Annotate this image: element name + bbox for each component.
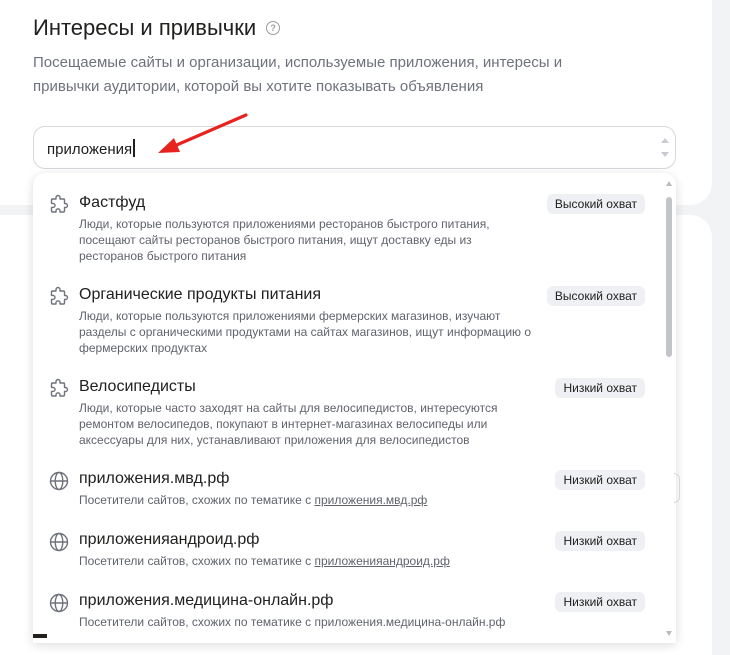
suggestion-title: приложения.мвд.рф <box>79 470 230 487</box>
reach-badge: Низкий охват <box>555 470 645 490</box>
suggestion-item[interactable]: приложенияандроид.рф Посетители сайтов, с… <box>33 510 665 571</box>
suggestion-description: Люди, которые пользуются приложениями фе… <box>79 309 532 355</box>
suggestion-item[interactable]: Велосипедисты Люди, которые часто заходят… <box>33 357 665 449</box>
suggestion-description-prefix: Посетители сайтов, схожих по тематике с <box>79 554 315 568</box>
suggestion-item[interactable]: Фастфуд Люди, которые пользуются приложен… <box>33 173 665 265</box>
suggestion-title: Велосипедисты <box>79 378 196 395</box>
suggestion-site-link[interactable]: приложения.медицина-онлайн.рф <box>315 615 506 629</box>
suggestion-item[interactable]: Органические продукты питания Люди, котор… <box>33 265 665 357</box>
puzzle-icon <box>48 194 70 216</box>
question-circle-icon[interactable]: ? <box>266 21 281 35</box>
suggestion-title: Фастфуд <box>79 194 146 211</box>
suggestion-item[interactable]: приложения.мвд.рф Посетители сайтов, схож… <box>33 449 665 510</box>
reach-badge: Высокий охват <box>546 286 645 306</box>
suggestion-title: приложения.медицина-онлайн.рф <box>79 592 334 609</box>
suggestion-description: Посетители сайтов, схожих по тематике с … <box>79 553 539 569</box>
suggestion-description: Посетители сайтов, схожих по тематике с … <box>79 492 539 508</box>
suggestion-description: Люди, которые пользуются приложениями ре… <box>79 217 490 263</box>
scroll-down-icon[interactable] <box>666 631 672 636</box>
suggestion-description-prefix: Посетители сайтов, схожих по тематике с <box>79 493 315 507</box>
suggestion-title: приложенияандроид.рф <box>79 531 260 548</box>
globe-icon <box>48 470 70 492</box>
background-control-edge <box>674 473 680 503</box>
suggestion-description-prefix: Посетители сайтов, схожих по тематике с <box>79 615 315 629</box>
scroll-up-icon[interactable] <box>666 181 672 186</box>
suggestion-title: Органические продукты питания <box>79 286 321 303</box>
suggestion-description: Посетители сайтов, схожих по тематике с … <box>79 614 539 630</box>
reach-badge: Низкий охват <box>555 592 645 612</box>
interests-search-input[interactable]: приложения <box>33 126 676 169</box>
text-caret <box>133 139 135 157</box>
chevron-up-icon[interactable] <box>661 138 669 143</box>
globe-icon <box>48 592 70 614</box>
input-spinner[interactable] <box>661 138 669 160</box>
background-text-fragment <box>33 634 47 638</box>
scrollbar[interactable] <box>666 181 672 636</box>
suggestion-site-link[interactable]: приложенияандроид.рф <box>315 554 450 568</box>
suggestion-site-link[interactable]: приложения.мвд.рф <box>315 493 428 507</box>
search-input-value[interactable]: приложения <box>47 139 135 160</box>
reach-badge: Высокий охват <box>546 194 645 214</box>
scrollbar-thumb[interactable] <box>666 197 672 357</box>
suggestion-description: Люди, которые часто заходят на сайты для… <box>79 401 498 447</box>
puzzle-icon <box>48 378 70 400</box>
puzzle-icon <box>48 286 70 308</box>
suggestion-item[interactable]: приложения.медицина-онлайн.рф Посетители … <box>33 571 665 632</box>
section-title-text: Интересы и привычки <box>33 15 257 40</box>
section-title: Интересы и привычки ? <box>33 14 281 42</box>
globe-icon <box>48 531 70 553</box>
reach-badge: Низкий охват <box>555 378 645 398</box>
section-description: Посещаемые сайты и организации, использу… <box>33 54 563 95</box>
suggestions-dropdown: Фастфуд Люди, которые пользуются приложен… <box>33 173 676 643</box>
chevron-down-icon[interactable] <box>661 152 669 157</box>
reach-badge: Низкий охват <box>555 531 645 551</box>
annotation-arrow-icon <box>158 113 248 153</box>
